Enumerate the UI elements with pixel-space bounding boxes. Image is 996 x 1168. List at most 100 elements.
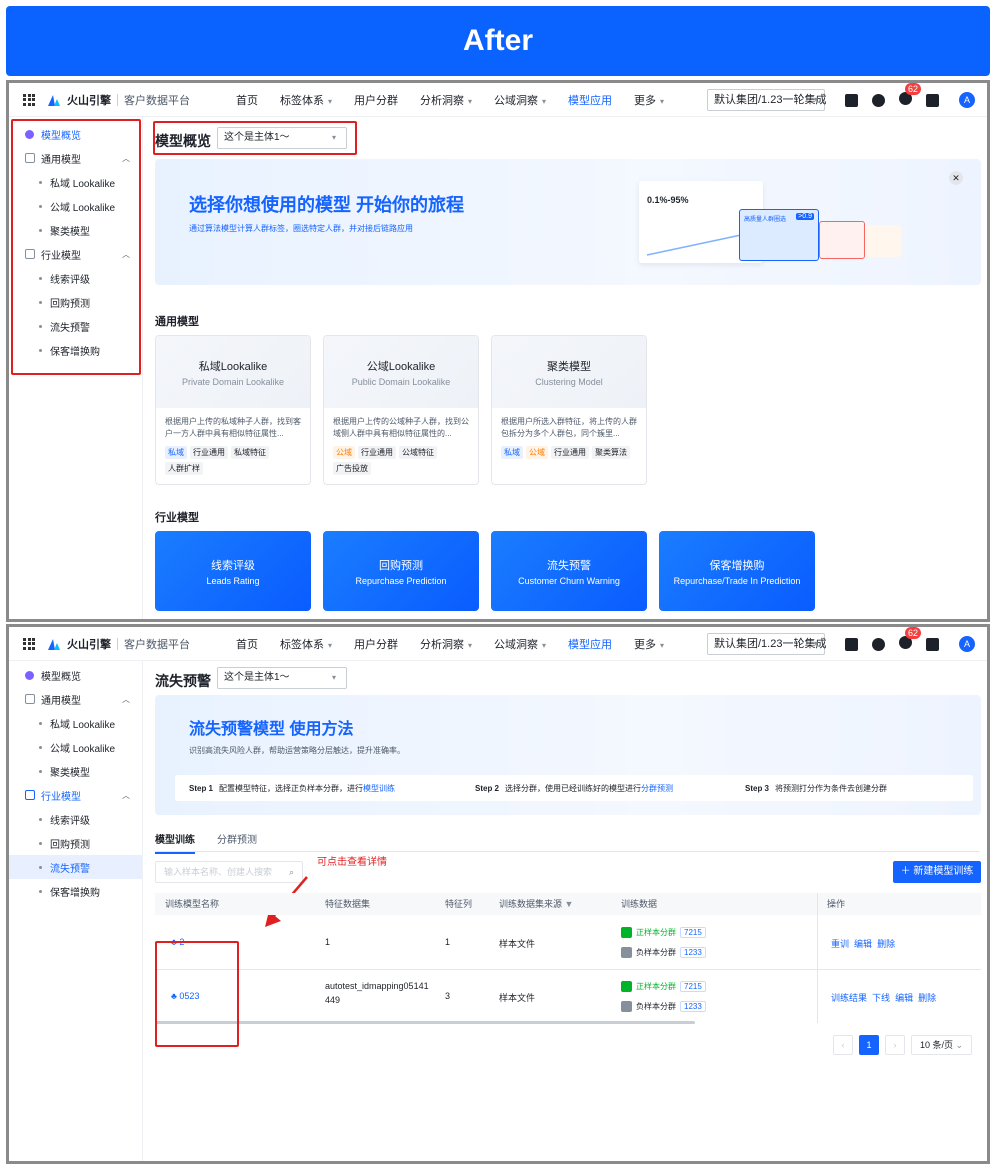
card-desc: 根据用户上传的公域种子人群，找到公域侧人群中具有相似特征属性的... [333,417,469,438]
nav-public-insights[interactable]: 公域洞察 ▾ [494,92,546,108]
prev-page-button[interactable]: ‹ [833,1035,853,1055]
card-desc: 根据用户所选入群特征，将上传的人群包拆分为多个人群包，同个簇里... [501,417,637,438]
bell-icon[interactable]: 62 [899,627,922,652]
sidebar-item-leads[interactable]: 线索评级 [9,807,142,831]
apps-grid-icon[interactable] [23,637,35,650]
hero-title-a: 流失预警模型 [189,721,286,738]
nav-insights[interactable]: 分析洞察 ▾ [420,636,472,652]
page-size-select[interactable]: 10 条/页 ⌄ [911,1035,973,1055]
row1-dataset: 1 [325,937,331,947]
card-tags: 私域 公域 行业通用 聚类算法 [492,444,646,461]
overview-icon [25,670,34,680]
language-icon[interactable] [926,637,939,651]
sidebar-item-trade-in[interactable]: 保客增换购 [9,879,142,903]
doc-icon[interactable] [845,637,858,651]
nav-model-apps[interactable]: 模型应用 [568,636,612,652]
chevron-down-icon: ▾ [331,673,336,682]
row2-dataset: autotest_idmapping05141 [325,981,429,991]
nav-insights[interactable]: 分析洞察 ▾ [420,92,472,108]
card-tags: 公域 行业通用 公域特征 广告投放 [324,444,478,477]
col-source[interactable]: 训练数据集来源 ▼ [499,893,573,915]
overview-screenshot: 火山引擎 客户数据平台 首页 标签体系 ▾ 用户分群 分析洞察 ▾ 公域洞察 ▾ 模型… [6,80,990,622]
volcano-logo-icon [48,94,60,106]
new-training-button[interactable]: ＋ 新建模型训练 [893,861,981,883]
industry-card[interactable]: 保客增换购 Repurchase/Trade In Prediction [659,531,815,611]
card-title: 流失预警 [547,560,591,572]
sidebar-group-industry[interactable]: 行业模型 ︿ [9,783,142,807]
tag: 私域特征 [231,446,269,459]
tag: 公域 [526,446,548,459]
sidebar-item-clustering[interactable]: 聚类模型 [9,759,142,783]
bell-icon[interactable]: 62 [899,83,922,108]
industry-section-title: 行业模型 [155,512,199,524]
help-icon[interactable] [872,93,885,107]
link-model-training[interactable]: 模型训练 [363,784,395,793]
filter-icon: ▼ [564,899,574,909]
product-name: 客户数据平台 [124,94,190,107]
industry-card[interactable]: 线索评级 Leads Rating [155,531,311,611]
product-name: 客户数据平台 [124,638,190,651]
page-button[interactable]: 1 [859,1035,879,1055]
next-page-button[interactable]: › [885,1035,905,1055]
chevron-up-icon: ︿ [122,694,130,704]
industry-card[interactable]: 回购预测 Repurchase Prediction [323,531,479,611]
sidebar-item-overview[interactable]: 模型概览 [9,663,142,687]
model-card[interactable]: 私域Lookalike Private Domain Lookalike 根据用户上… [155,335,311,485]
nav-model-apps[interactable]: 模型应用 [568,92,612,108]
model-card[interactable]: 聚类模型 Clustering Model 根据用户所选入群特征，将上传的人群包拆分… [491,335,647,485]
card-subtitle: Leads Rating [206,576,260,586]
sidebar-item-private-lookalike[interactable]: 私域 Lookalike [9,711,142,735]
nav-segments[interactable]: 用户分群 [354,636,398,652]
edit-link[interactable]: 编辑 [854,939,872,949]
offline-link[interactable]: 下线 [872,993,890,1003]
delete-link[interactable]: 删除 [877,939,895,949]
nav-tags[interactable]: 标签体系 ▾ [280,92,332,108]
cluster-select[interactable]: 默认集团/1.23一轮集成 ▾ [707,633,826,655]
nav-tags[interactable]: 标签体系 ▾ [280,636,332,652]
industry-card[interactable]: 流失预警 Customer Churn Warning [491,531,647,611]
tag: 公域特征 [399,446,437,459]
card-title: 回购预测 [379,560,423,572]
close-icon[interactable]: ✕ [949,171,963,185]
avatar[interactable]: A [959,92,975,108]
row2-ops: 训练结果 下线 编辑 删除 [831,991,936,1004]
result-link[interactable]: 训练结果 [831,993,867,1003]
doc-icon[interactable] [845,93,858,107]
sidebar-item-public-lookalike[interactable]: 公域 Lookalike [9,735,142,759]
nav-public-insights[interactable]: 公域洞察 ▾ [494,636,546,652]
sidebar-item-churn[interactable]: 流失预警 [9,855,142,879]
chevron-down-icon: ▾ [660,96,665,106]
card-subtitle: Private Domain Lookalike [181,377,285,387]
card-subtitle: Repurchase Prediction [355,576,447,586]
card-subtitle: Public Domain Lookalike [351,377,451,387]
subject-select[interactable]: 这个是主体1～ ▾ [217,667,347,689]
row1-positive: 正样本分群 7215 [621,927,706,938]
avatar[interactable]: A [959,636,975,652]
nav-home[interactable]: 首页 [236,92,258,108]
nav-more[interactable]: 更多 ▾ [634,636,664,652]
nav-segments[interactable]: 用户分群 [354,92,398,108]
step-1: Step 1 配置模型特征，选择正负样本分群，进行模型训练 [189,783,396,793]
training-table: 训练模型名称 特征数据集 特征列 训练数据集来源 ▼ 训练数据 操作 ♣ 2 1… [155,893,981,1024]
retrain-link[interactable]: 重训 [831,939,849,949]
link-segment-predict[interactable]: 分群预测 [641,784,673,793]
chevron-down-icon: ▾ [468,640,473,650]
row2-positive: 正样本分群 7215 [621,981,706,992]
pagination: ‹ 1 › 10 条/页 ⌄ [833,1035,973,1055]
row1-ops: 重训 编辑 删除 [831,937,895,950]
apps-grid-icon[interactable] [23,93,35,106]
nav-more[interactable]: 更多 ▾ [634,92,664,108]
card-title: 公域Lookalike [366,361,436,373]
sidebar-item-repurchase[interactable]: 回购预测 [9,831,142,855]
delete-link[interactable]: 删除 [918,993,936,1003]
sidebar-group-general[interactable]: 通用模型 ︿ [9,687,142,711]
cluster-select[interactable]: 默认集团/1.23一轮集成 ▾ [707,89,826,111]
model-card[interactable]: 公域Lookalike Public Domain Lookalike 根据用户上传… [323,335,479,485]
after-banner: After [6,6,990,76]
nav-home[interactable]: 首页 [236,636,258,652]
help-icon[interactable] [872,637,885,651]
chevron-down-icon: ▾ [660,640,665,650]
language-icon[interactable] [926,93,939,107]
card-subtitle: Clustering Model [535,377,603,387]
edit-link[interactable]: 编辑 [895,993,913,1003]
